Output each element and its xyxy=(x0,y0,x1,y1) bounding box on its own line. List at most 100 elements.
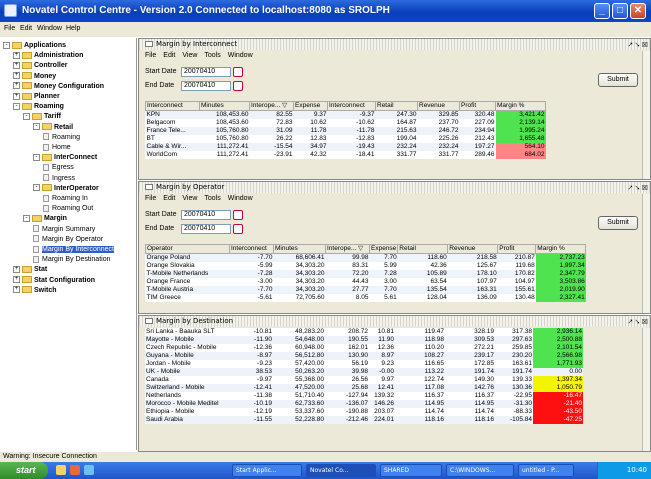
table-row[interactable]: TIM Greece -5.61 72,705.60 8.05 5.61 128.04 13… xyxy=(146,294,586,302)
quicklaunch-icon[interactable] xyxy=(56,465,66,475)
column-header[interactable]: Margin % xyxy=(495,101,546,111)
table-row[interactable]: Morocco - Mobile Meditel -10.19 62,733.60-… xyxy=(145,400,583,408)
table-row[interactable]: BT 105,760.80 26.22 12.83 -12.83 199.04 225.26… xyxy=(146,135,546,143)
panel-menu-item[interactable]: Edit xyxy=(163,52,175,59)
start-button[interactable]: start xyxy=(0,462,48,479)
table-row[interactable]: Czech Republic - Mobile -12.36 60,948.00 16… xyxy=(145,344,583,352)
tree-item-planner[interactable]: + Planner xyxy=(13,92,60,102)
end-date-input[interactable]: 20070410 xyxy=(181,224,231,234)
tree-item-applications[interactable]: - Applications xyxy=(3,41,66,51)
column-header[interactable]: Profit xyxy=(459,101,496,111)
taskbar-item[interactable]: C:\WINDOWS... xyxy=(446,464,514,477)
expander-icon[interactable]: - xyxy=(23,113,30,121)
menu-window[interactable]: Window xyxy=(37,25,62,32)
column-header[interactable]: Expense xyxy=(293,101,328,111)
tree-item-roaming-out[interactable]: Roaming Out xyxy=(43,204,93,214)
table-row[interactable]: Belgacom 108,453.60 72.83 10.62 -10.62 164.87… xyxy=(146,119,546,127)
taskbar-item[interactable]: Start Applic... xyxy=(232,464,302,477)
column-header[interactable]: Interconnect xyxy=(145,101,200,111)
table-row[interactable]: Netherlands -11.38 51,710.40 -127.94 139.32 1… xyxy=(145,392,583,400)
table-row[interactable]: Jordan - Mobile -9.23 57,420.00 56.19 9.23 11… xyxy=(145,360,583,368)
submit-button[interactable]: Submit xyxy=(598,216,638,230)
quicklaunch-icon[interactable] xyxy=(84,465,94,475)
calendar-icon[interactable] xyxy=(233,224,243,234)
tree-item-controller[interactable]: + Controller xyxy=(13,61,67,71)
table-row[interactable]: WorldCom 111,272.41 -23.91 42.32 -18.41 331.7… xyxy=(146,151,546,159)
expander-icon[interactable]: - xyxy=(33,153,40,161)
table-row[interactable]: Cable & Wir... 111,272.41 -15.54 34.97 -19.4… xyxy=(145,143,546,151)
tree-item-interconnect[interactable]: - InterConnect xyxy=(33,153,97,163)
table-row[interactable]: Sri Lanka - Baauka SLT -10.81 48,283.20 208… xyxy=(145,328,583,336)
start-date-input[interactable]: 20070410 xyxy=(181,67,231,77)
taskbar-item[interactable]: Novatel Co... xyxy=(306,464,376,477)
tree-item-money-configuration[interactable]: + Money Configuration xyxy=(13,82,104,92)
tree-item-stat-configuration[interactable]: + Stat Configuration xyxy=(13,276,95,286)
column-header[interactable]: Revenue xyxy=(417,101,460,111)
column-header[interactable]: Retail xyxy=(375,101,418,111)
end-date-input[interactable]: 20070410 xyxy=(181,81,231,91)
tree-item-margin-by-operator[interactable]: Margin By Operator xyxy=(33,235,103,245)
column-header[interactable]: Interconnect xyxy=(229,244,274,254)
panel-menu-item[interactable]: Edit xyxy=(163,195,175,202)
table-row[interactable]: Mayotte - Mobile -11.90 54,648.00 190.55 11.… xyxy=(145,336,583,344)
column-header[interactable]: Margin % xyxy=(535,244,587,254)
tree-item-administration[interactable]: + Administration xyxy=(13,51,83,61)
tree-item-egress[interactable]: Egress xyxy=(43,163,74,173)
quicklaunch-icon[interactable] xyxy=(70,465,80,475)
panel-window-controls[interactable]: ⭧ ⭨ ☒ xyxy=(628,317,648,328)
table-row[interactable]: Switzerland - Mobile -12.41 47,520.00 25.68… xyxy=(145,384,583,392)
expander-icon[interactable]: + xyxy=(13,266,20,274)
column-header[interactable]: Profit xyxy=(497,244,537,254)
panel-menu-item[interactable]: File xyxy=(145,52,156,59)
panel-menu-item[interactable]: Window xyxy=(228,195,253,202)
table-row[interactable]: Orange France -3.00 34,303.20 44.43 3.00 63.5… xyxy=(146,278,586,286)
start-date-input[interactable]: 20070410 xyxy=(181,210,231,220)
calendar-icon[interactable] xyxy=(233,67,243,77)
tree-item-tariff[interactable]: - Tariff xyxy=(23,112,61,122)
table-row[interactable]: KPN 108,453.60 82.55 9.37 -9.37 247.30 329.85 3… xyxy=(145,110,546,119)
maximize-button[interactable]: □ xyxy=(612,3,628,19)
column-header[interactable]: Interconnect xyxy=(327,101,376,111)
table-row[interactable]: Orange Poland -7.70 68,606.41 99.98 7.70 118.… xyxy=(145,253,586,262)
expander-icon[interactable]: + xyxy=(13,276,20,284)
panel-window-controls[interactable]: ⭧ ⭨ ☒ xyxy=(628,40,648,51)
expander-icon[interactable]: - xyxy=(33,184,40,192)
tree-item-interoperator[interactable]: - InterOperator xyxy=(33,184,99,194)
column-header[interactable]: Revenue xyxy=(447,244,499,254)
expander-icon[interactable]: + xyxy=(13,92,20,100)
expander-icon[interactable]: - xyxy=(23,215,30,223)
table-row[interactable]: Orange Slovakia -5.99 34,303.20 83.31 5.99 42… xyxy=(146,262,586,270)
column-header[interactable]: Interope... ▽ xyxy=(249,101,294,111)
tree-item-home[interactable]: Home xyxy=(43,143,71,153)
calendar-icon[interactable] xyxy=(233,81,243,91)
calendar-icon[interactable] xyxy=(233,210,243,220)
expander-icon[interactable]: + xyxy=(13,62,20,70)
panel-menu-item[interactable]: Window xyxy=(228,52,253,59)
tree-item-roaming-in[interactable]: Roaming In xyxy=(43,194,88,204)
tree-item-retail[interactable]: - Retail xyxy=(33,123,73,133)
expander-icon[interactable]: - xyxy=(3,41,10,49)
tree-item-roaming[interactable]: - Roaming xyxy=(13,102,64,112)
expander-icon[interactable]: + xyxy=(13,286,20,294)
panel-menu-item[interactable]: Tools xyxy=(204,52,220,59)
column-header[interactable]: Retail xyxy=(397,244,449,254)
tree-item-money[interactable]: + Money xyxy=(13,72,56,82)
table-row[interactable]: Ethiopia - Mobile -12.19 53,337.60 -190.88 2… xyxy=(145,408,583,416)
tree-item-margin[interactable]: - Margin xyxy=(23,214,67,224)
tree-item-switch[interactable]: + Switch xyxy=(13,286,57,296)
tree-item-margin-summary[interactable]: Margin Summary xyxy=(33,225,95,235)
tree-item-margin-by-destination[interactable]: Margin By Destination xyxy=(33,255,110,265)
minimize-button[interactable]: _ xyxy=(594,3,610,19)
table-row[interactable]: UK - Mobile 38.53 50,263.20 39.98 -0.00 113.2… xyxy=(145,368,583,376)
close-button[interactable]: ✕ xyxy=(630,3,646,19)
expander-icon[interactable]: - xyxy=(13,102,20,110)
column-header[interactable]: Interope... ▽ xyxy=(325,244,370,254)
vertical-scrollbar[interactable] xyxy=(642,194,650,313)
panel-menu-item[interactable]: File xyxy=(145,195,156,202)
tree-item-margin-by-interconnect[interactable]: Margin By Interconnect xyxy=(33,245,114,255)
table-row[interactable]: Canada -9.97 55,368.00 26.56 9.97 122.74 149.3… xyxy=(145,376,583,384)
table-row[interactable]: T-Mobile Netherlands -7.28 34,303.20 72.20 7… xyxy=(145,270,586,278)
taskbar-item[interactable]: untitled - P... xyxy=(518,464,574,477)
expander-icon[interactable]: + xyxy=(13,51,20,59)
column-header[interactable]: Minutes xyxy=(273,244,326,254)
